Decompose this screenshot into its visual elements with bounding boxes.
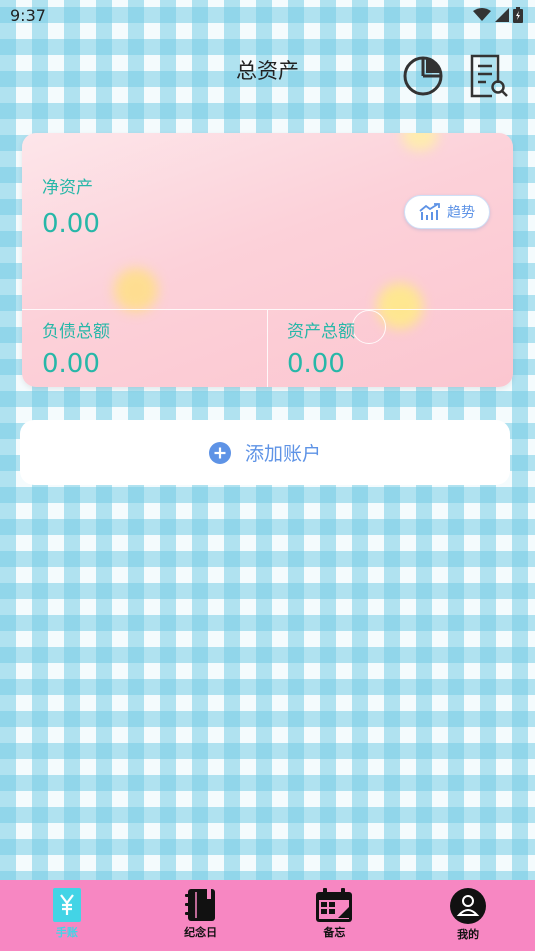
- trend-button-label: 趋势: [447, 205, 475, 221]
- tab-anniversary[interactable]: 纪念日: [134, 880, 268, 951]
- trend-button[interactable]: 趋势: [404, 195, 490, 229]
- status-bar: 9:37: [0, 0, 535, 30]
- page-title: 总资产: [236, 59, 299, 83]
- tab-label: 手账: [55, 926, 78, 939]
- add-account-button[interactable]: 添加账户: [20, 420, 510, 485]
- total-assets-value: 0.00: [287, 349, 345, 379]
- card-divider: [267, 310, 268, 387]
- calendar-icon: [316, 888, 353, 922]
- liabilities-value: 0.00: [42, 349, 100, 379]
- total-assets-label: 资产总额: [287, 322, 355, 342]
- net-assets-value: 0.00: [42, 209, 100, 239]
- add-account-label: 添加账户: [244, 443, 321, 465]
- notebook-icon: [184, 889, 215, 921]
- trend-chart-icon: [419, 203, 440, 220]
- decor-blob: [402, 133, 438, 151]
- tab-label: 纪念日: [184, 926, 218, 939]
- decor-blob: [114, 268, 158, 312]
- search-document-icon: [470, 54, 508, 98]
- yen-icon: [52, 888, 81, 922]
- status-icons: [473, 7, 523, 23]
- statistics-button[interactable]: [401, 52, 445, 100]
- tab-memo[interactable]: 备忘: [268, 880, 402, 951]
- tab-label: 我的: [457, 928, 480, 941]
- tab-ledger[interactable]: 手账: [0, 880, 134, 951]
- bottom-tab-bar: 手账 纪念日 备忘 我的: [0, 880, 535, 951]
- asset-summary-card: 净资产 0.00 趋势 负债总额 0.00 资产总额 0.00: [22, 133, 513, 387]
- tab-mine[interactable]: 我的: [401, 880, 535, 951]
- decor-ring: [352, 310, 386, 344]
- tab-label: 备忘: [323, 926, 346, 939]
- pie-chart-icon: [403, 56, 443, 96]
- plus-circle-icon: [208, 441, 231, 464]
- profile-icon: [450, 888, 487, 924]
- net-assets-label: 净资产: [42, 178, 93, 198]
- liabilities-label: 负债总额: [42, 322, 110, 342]
- wifi-icon: [473, 8, 491, 21]
- signal-icon: [495, 8, 509, 22]
- status-time: 9:37: [10, 5, 46, 25]
- search-records-button[interactable]: [467, 52, 511, 100]
- battery-icon: [513, 7, 523, 23]
